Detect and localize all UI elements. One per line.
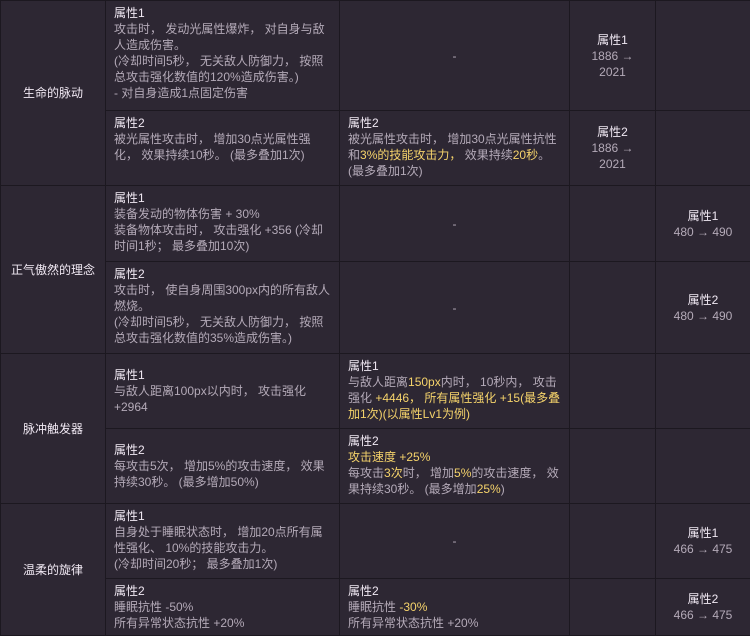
change-cell: - [340,262,570,354]
attribute-table: 生命的脉动 属性1 攻击时， 发动光属性爆炸， 对自身与敌人造成伤害。 (冷却时… [0,0,750,636]
change-cell: 属性2 睡眠抗性 -30% 所有异常状态抗性 +20% [340,579,570,636]
range-cell: 属性1 480 → 490 [656,186,750,262]
original-attr-cell: 属性1 与敌人距离100px以内时， 攻击强化 +2964 [106,354,340,429]
change-cell: 属性2 攻击速度 +25% 每攻击3次时， 增加5%的攻击速度， 效果持续30秒… [340,429,570,504]
range-cell [656,1,750,111]
range-cell: 属性1 466 → 475 [656,504,750,579]
range-cell [570,429,656,504]
change-cell: - [340,504,570,579]
item-name: 正气傲然的理念 [1,186,106,354]
range-cell: 属性2 466 → 475 [656,579,750,636]
range-cell [656,429,750,504]
range-cell: 属性2 1886 → 2021 [570,111,656,186]
change-cell: - [340,186,570,262]
item-name: 温柔的旋律 [1,504,106,636]
range-cell [570,354,656,429]
range-cell [570,579,656,636]
range-cell [570,186,656,262]
original-attr-cell: 属性2 攻击时， 使自身周围300px内的所有敌人燃烧。 (冷却时间5秒， 无关… [106,262,340,354]
item-name: 脉冲触发器 [1,354,106,504]
range-cell [570,262,656,354]
range-cell [656,111,750,186]
change-cell: 属性1 与敌人距离150px内时， 10秒内， 攻击强化 +4446， 所有属性… [340,354,570,429]
original-attr-cell: 属性2 被光属性攻击时， 增加30点光属性强化， 效果持续10秒。 (最多叠加1… [106,111,340,186]
range-cell [656,354,750,429]
original-attr-cell: 属性1 自身处于睡眠状态时， 增加20点所有属性强化、 10%的技能攻击力。 (… [106,504,340,579]
original-attr-cell: 属性2 每攻击5次， 增加5%的攻击速度， 效果持续30秒。 (最多增加50%) [106,429,340,504]
range-cell: 属性2 480 → 490 [656,262,750,354]
range-cell [570,504,656,579]
item-name: 生命的脉动 [1,1,106,186]
range-cell: 属性1 1886 → 2021 [570,1,656,111]
original-attr-cell: 属性1 攻击时， 发动光属性爆炸， 对自身与敌人造成伤害。 (冷却时间5秒， 无… [106,1,340,111]
change-cell: - [340,1,570,111]
original-attr-cell: 属性2 睡眠抗性 -50% 所有异常状态抗性 +20% [106,579,340,636]
original-attr-cell: 属性1 装备发动的物体伤害 + 30% 装备物体攻击时， 攻击强化 +356 (… [106,186,340,262]
change-cell: 属性2 被光属性攻击时， 增加30点光属性抗性和3%的技能攻击力， 效果持续20… [340,111,570,186]
attr-label: 属性1 [114,6,145,20]
